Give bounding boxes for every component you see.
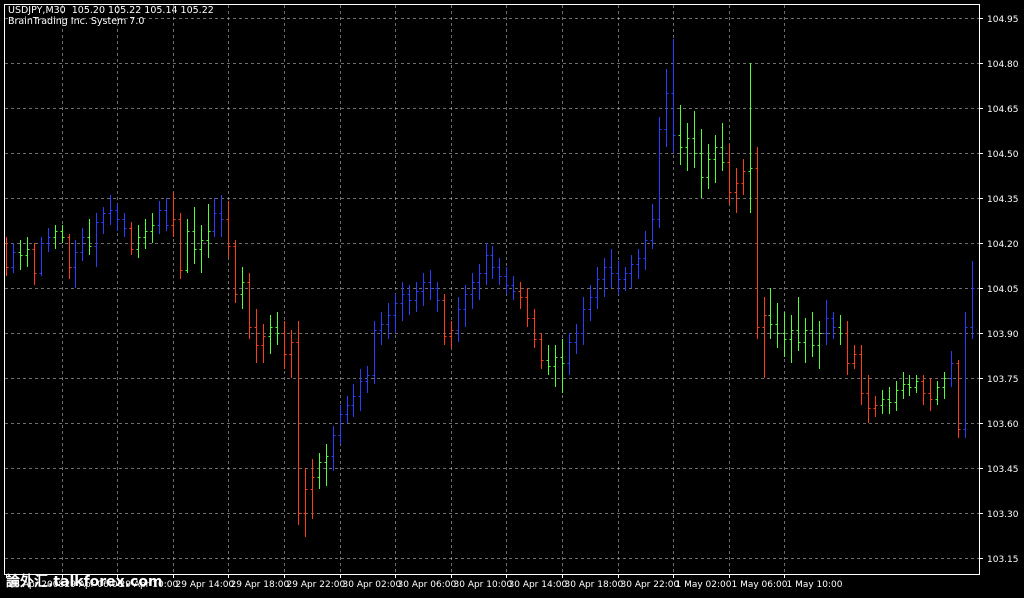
time-tick-label: 30 Apr 02:00 bbox=[343, 580, 402, 590]
time-tick-label: 1 May 10:00 bbox=[787, 580, 843, 590]
price-tick-label: 103.60 bbox=[987, 420, 1019, 430]
time-tick-label: 1 May 06:00 bbox=[732, 580, 788, 590]
price-tick-label: 104.80 bbox=[987, 60, 1019, 70]
price-tick-label: 103.75 bbox=[987, 375, 1019, 385]
time-tick-label: 30 Apr 18:00 bbox=[565, 580, 624, 590]
time-tick-label: 29 Apr 14:00 bbox=[176, 580, 235, 590]
time-tick-label: 30 Apr 22:00 bbox=[621, 580, 680, 590]
price-tick-label: 103.30 bbox=[987, 510, 1019, 520]
time-tick-label: 29 Apr 18:00 bbox=[231, 580, 290, 590]
price-chart[interactable]: 104.95 104.80 104.65 104.50 104.35 104.20 104.… bbox=[0, 0, 1024, 594]
time-tick-label: 30 Apr 10:00 bbox=[454, 580, 513, 590]
price-tick-label: 104.05 bbox=[987, 285, 1019, 295]
indicator-info-line: BrainTrading Inc. System 7.0 bbox=[8, 16, 145, 27]
price-tick-label: 104.35 bbox=[987, 195, 1019, 205]
time-tick-label: 30 Apr 06:00 bbox=[398, 580, 457, 590]
price-tick-label: 104.50 bbox=[987, 150, 1019, 160]
chart-window[interactable]: 104.95 104.80 104.65 104.50 104.35 104.20 104.… bbox=[0, 0, 1024, 594]
price-tick-label: 104.20 bbox=[987, 240, 1019, 250]
price-tick-label: 103.45 bbox=[987, 465, 1019, 475]
time-tick-label: 30 Apr 14:00 bbox=[509, 580, 568, 590]
price-tick-label: 104.65 bbox=[987, 105, 1019, 115]
price-tick-label: 103.90 bbox=[987, 330, 1019, 340]
watermark-text: 論外汇.talkforex.com bbox=[6, 573, 163, 590]
symbol-info-line: USDJPY,M30 105.20 105.22 105.14 105.22 bbox=[8, 5, 214, 16]
price-tick-label: 104.95 bbox=[987, 15, 1019, 25]
time-tick-label: 29 Apr 22:00 bbox=[287, 580, 346, 590]
price-tick-label: 103.15 bbox=[987, 555, 1019, 565]
time-tick-label: 1 May 02:00 bbox=[676, 580, 732, 590]
